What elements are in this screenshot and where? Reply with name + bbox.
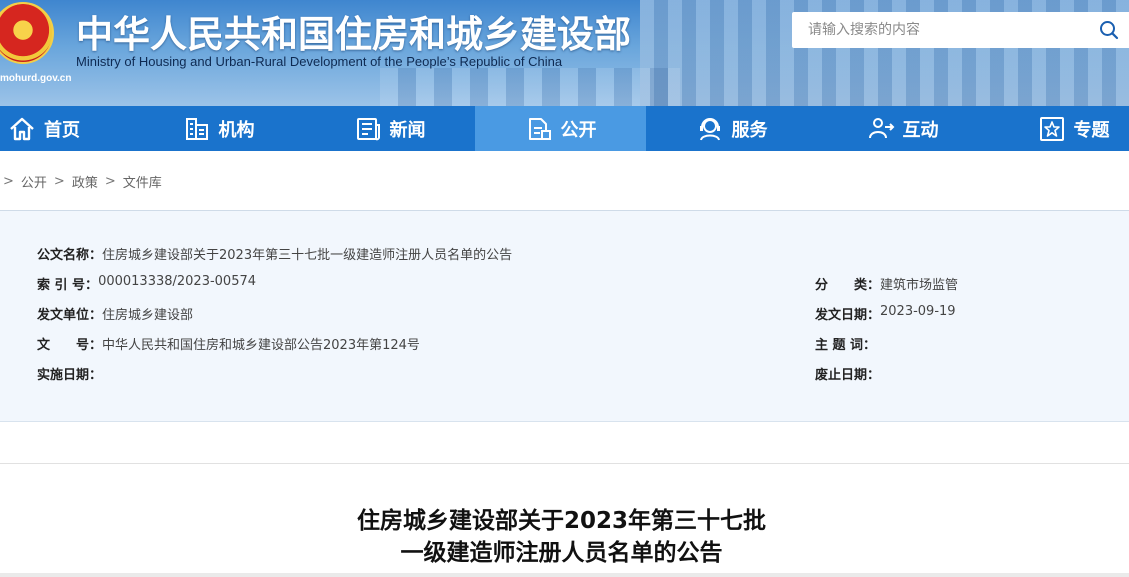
service-icon [699, 117, 720, 140]
breadcrumb-item-library[interactable]: 文件库 [123, 172, 162, 191]
nav-label: 专题 [1073, 119, 1110, 141]
search-input[interactable] [792, 12, 1089, 48]
meta-category: 分 类： 建筑市场监管 [815, 274, 958, 293]
nav-label: 服务 [731, 119, 768, 141]
breadcrumb-item-open[interactable]: 公开 [21, 172, 47, 191]
meta-issue-date: 发文日期： 2023-09-19 [815, 304, 956, 323]
nav-item-service[interactable]: 服务 [646, 106, 817, 151]
meta-label: 主 题 词： [815, 338, 877, 353]
article-title-line2: 一级建造师注册人员名单的公告 [400, 540, 723, 566]
meta-keywords: 主 题 词： [815, 334, 876, 353]
nav-item-open[interactable]: 公开 [475, 106, 646, 151]
news-icon [356, 117, 380, 140]
meta-expire-date: 废止日期： [815, 364, 880, 383]
search-button[interactable] [1089, 12, 1129, 48]
meta-value: 2023-09-19 [880, 304, 956, 319]
meta-issuer: 发文单位： 住房城乡建设部 [37, 304, 193, 323]
meta-value: 住房城乡建设部 [102, 308, 194, 323]
document-icon [528, 117, 551, 140]
national-emblem-icon [0, 2, 54, 64]
meta-value: 住房城乡建设部关于2023年第三十七批一级建造师注册人员名单的公告 [102, 248, 513, 263]
site-title[interactable]: 中华人民共和国住房和城乡建设部 [76, 4, 631, 58]
nav-label: 机构 [218, 119, 255, 141]
nav-item-topic[interactable]: 专题 [988, 106, 1129, 151]
search-icon [1100, 21, 1119, 40]
meta-doc-name: 公文名称： 住房城乡建设部关于2023年第三十七批一级建造师注册人员名单的公告 [37, 244, 512, 263]
article-title: 住房城乡建设部关于2023年第三十七批 一级建造师注册人员名单的公告 [0, 505, 1129, 569]
meta-value: 000013338/2023-00574 [98, 274, 257, 289]
building-icon [185, 117, 208, 140]
meta-label: 实施日期： [37, 368, 103, 383]
site-domain: mohurd.gov.cn [0, 73, 72, 84]
search-box [792, 12, 1129, 48]
meta-index: 索 引 号： 000013338/2023-00574 [37, 274, 256, 293]
meta-effective-date: 实施日期： [37, 364, 102, 383]
nav-label: 公开 [560, 119, 597, 141]
meta-label: 文 号： [37, 338, 103, 353]
breadcrumb-separator: > [53, 173, 65, 189]
nav-item-news[interactable]: 新闻 [304, 106, 475, 151]
site-subtitle: Ministry of Housing and Urban-Rural Deve… [76, 54, 563, 69]
home-icon [10, 117, 34, 140]
nav-item-interact[interactable]: 互动 [817, 106, 988, 151]
nav-label: 新闻 [389, 119, 426, 141]
breadcrumb-separator: > [104, 173, 116, 189]
breadcrumb: > 公开 > 政策 > 文件库 [0, 172, 162, 191]
header-background-building-2 [380, 68, 680, 106]
nav-label: 互动 [902, 119, 939, 141]
star-icon [1039, 116, 1064, 141]
meta-label: 索 引 号： [37, 278, 99, 293]
meta-value: 建筑市场监管 [880, 278, 959, 293]
meta-value: 中华人民共和国住房和城乡建设部公告2023年第124号 [102, 338, 420, 353]
nav-item-org[interactable]: 机构 [133, 106, 304, 151]
nav-item-home[interactable]: 首页 [0, 106, 133, 151]
divider [0, 463, 1129, 464]
breadcrumb-item-policy[interactable]: 政策 [72, 172, 98, 191]
meta-label: 发文单位： [37, 308, 103, 323]
meta-label: 发文日期： [815, 308, 881, 323]
article-title-line1: 住房城乡建设部关于2023年第三十七批 [356, 508, 766, 534]
meta-label: 公文名称： [37, 248, 103, 263]
main-nav: 首页 机构 新闻 公开 服务 互动 专题 [0, 106, 1129, 151]
meta-label: 分 类： [815, 278, 881, 293]
document-meta-panel: 公文名称： 住房城乡建设部关于2023年第三十七批一级建造师注册人员名单的公告 … [0, 211, 1129, 422]
breadcrumb-separator: > [3, 173, 14, 189]
meta-doc-number: 文 号： 中华人民共和国住房和城乡建设部公告2023年第124号 [37, 334, 420, 353]
site-header: mohurd.gov.cn 中华人民共和国住房和城乡建设部 Ministry o… [0, 0, 1129, 106]
interact-icon [868, 117, 894, 138]
nav-label: 首页 [44, 119, 80, 141]
page-bottom-edge [0, 573, 1129, 577]
meta-label: 废止日期： [815, 368, 881, 383]
